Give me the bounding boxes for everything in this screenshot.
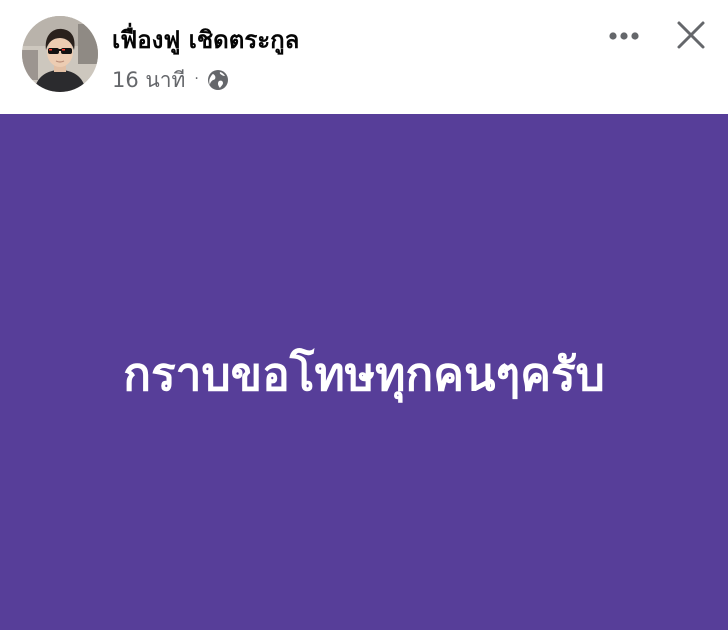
author-avatar[interactable] <box>22 16 98 92</box>
meta-separator: · <box>194 71 199 87</box>
author-name[interactable]: เฟื่องฟู เชิดตระกูล <box>112 24 299 56</box>
more-options-button[interactable] <box>602 18 646 54</box>
post-meta: 16 นาที · <box>112 64 229 96</box>
more-dots-icon <box>609 32 639 40</box>
close-button[interactable] <box>670 14 712 56</box>
avatar-image <box>22 16 98 92</box>
close-icon <box>677 21 705 49</box>
post-timestamp[interactable]: 16 นาที <box>112 64 185 97</box>
globe-icon <box>207 70 228 90</box>
status-background-card: กราบขอโทษทุกคนๆครับ <box>0 114 728 630</box>
facebook-post: เฟื่องฟู เชิดตระกูล 16 นาที · กราบขอโทษท… <box>0 0 728 630</box>
post-header: เฟื่องฟู เชิดตระกูล 16 นาที · <box>0 0 728 114</box>
status-text: กราบขอโทษทุกคนๆครับ <box>123 347 605 401</box>
